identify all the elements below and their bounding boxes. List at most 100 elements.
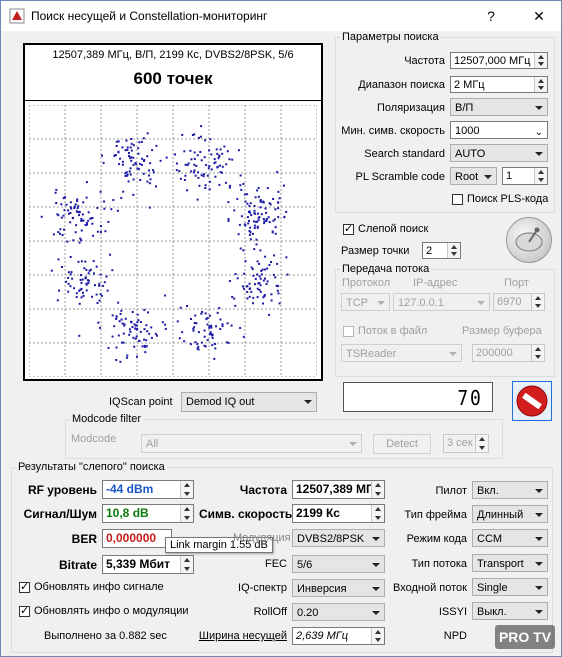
help-button[interactable]: ? — [471, 3, 511, 29]
constellation-point — [197, 345, 200, 348]
constellation-point — [106, 289, 109, 292]
constellation-point — [59, 228, 62, 231]
pls-mode-select[interactable]: Root — [450, 167, 497, 185]
constellation-point — [244, 200, 247, 203]
ip-select[interactable]: 127.0.0.1 — [393, 293, 490, 311]
range-input[interactable]: 2 МГц — [450, 76, 548, 93]
detect-time-spin-icon[interactable] — [475, 435, 488, 452]
constellation-point — [272, 219, 275, 222]
ber-value: 0,000000 — [102, 529, 172, 548]
update-signal-checkbox[interactable] — [19, 580, 30, 593]
res-freq-spin-icon[interactable] — [371, 481, 384, 498]
dish-glyph-icon — [515, 227, 543, 252]
constellation-point — [269, 203, 272, 206]
update-mod-checkbox[interactable] — [19, 604, 30, 617]
constellation-point — [193, 133, 196, 136]
bitrate-spin-icon[interactable] — [180, 556, 193, 573]
res-rolloff-select[interactable]: 0.20 — [292, 603, 385, 621]
constellation-point — [105, 275, 108, 278]
reader-select[interactable]: TSReader — [341, 344, 462, 362]
proto-select[interactable]: TCP — [341, 293, 390, 311]
constellation-point — [113, 325, 116, 328]
constellation-point — [274, 276, 277, 279]
constellation-point — [80, 260, 83, 263]
detect-time-input[interactable]: 3 сек — [443, 434, 489, 453]
res-iqspec-select[interactable]: Инверсия — [292, 579, 385, 597]
detect-button[interactable]: Detect — [373, 434, 431, 454]
constellation-point — [126, 146, 129, 149]
constellation-point — [129, 146, 132, 149]
constellation-point — [272, 198, 275, 200]
constellation-point — [193, 157, 196, 160]
ip-value: 127.0.0.1 — [398, 297, 444, 309]
res-bw-label[interactable]: Ширина несущей — [191, 630, 287, 642]
constellation-point — [86, 223, 88, 226]
pilot-select[interactable]: Вкл. — [472, 481, 548, 499]
dot-size-spin-icon[interactable] — [447, 243, 460, 258]
code-mode-select[interactable]: CCM — [472, 529, 548, 547]
constellation-point — [228, 158, 231, 161]
pls-search-checkbox[interactable] — [452, 194, 463, 205]
snr-spin-icon[interactable] — [180, 505, 193, 522]
constellation-point — [266, 187, 269, 190]
constellation-point — [129, 173, 132, 176]
stream-file-checkbox[interactable] — [343, 326, 354, 337]
stream-type-select[interactable]: Transport — [472, 554, 548, 572]
constellation-point — [81, 213, 84, 216]
constellation-point — [68, 212, 70, 215]
close-button[interactable]: ✕ — [519, 3, 559, 29]
res-mod-select[interactable]: DVBS2/8PSK — [292, 529, 385, 547]
constellation-point — [125, 139, 128, 142]
issyi-select[interactable]: Выкл. — [472, 602, 548, 620]
input-stream-select[interactable]: Single — [472, 578, 548, 596]
res-sr-spin-icon[interactable] — [371, 505, 384, 522]
constellation-point — [256, 225, 259, 228]
constellation-point — [258, 282, 261, 285]
constellation-point — [128, 333, 131, 336]
blind-search-checkbox[interactable] — [343, 222, 354, 235]
dot-size-input[interactable]: 2 — [422, 242, 461, 259]
range-spin-icon[interactable] — [534, 77, 547, 92]
frame-select[interactable]: Длинный — [472, 505, 548, 523]
minsr-combo[interactable]: 1000 ⌄ — [450, 121, 548, 139]
constellation-point — [120, 196, 123, 199]
dot-size-value: 2 — [426, 245, 433, 257]
constellation-point — [262, 218, 265, 220]
rf-spin-icon[interactable] — [180, 481, 193, 498]
buffer-spin-icon[interactable] — [531, 345, 544, 361]
constellation-point — [61, 234, 64, 236]
freq-input[interactable]: 12507,000 МГц — [450, 52, 548, 69]
range-input-value: 2 МГц — [454, 79, 485, 91]
standard-select[interactable]: AUTO — [450, 144, 548, 162]
proto-label: Протокол — [342, 277, 391, 289]
constellation-point — [144, 351, 147, 354]
satellite-dish-icon[interactable] — [506, 217, 552, 263]
stop-button[interactable] — [512, 381, 552, 421]
constellation-point — [67, 290, 70, 293]
constellation-point — [206, 323, 209, 326]
constellation-point — [264, 277, 266, 280]
iq-scan-select[interactable]: Demod IQ out — [181, 392, 317, 412]
constellation-point — [216, 165, 219, 168]
constellation-point — [187, 162, 190, 165]
res-bw-spin-icon[interactable] — [371, 628, 384, 644]
constellation-point — [73, 287, 75, 290]
freq-spin-icon[interactable] — [534, 53, 547, 68]
port-spin-icon[interactable] — [531, 294, 544, 310]
constellation-point — [260, 213, 263, 216]
pls-spin-icon[interactable] — [534, 168, 547, 184]
buffer-size-input[interactable]: 200000 — [472, 344, 545, 362]
watermark-logo: PRO TV — [495, 625, 555, 649]
modcode-select[interactable]: All — [141, 434, 362, 453]
constellation-point — [69, 256, 72, 258]
res-fec-select[interactable]: 5/6 — [292, 555, 385, 573]
update-mod-label: Обновлять инфо о модуляции — [34, 605, 189, 617]
pls-code-input[interactable]: 1 — [502, 167, 548, 185]
constellation-point — [227, 201, 230, 204]
constellation-point — [266, 280, 269, 283]
constellation-point — [193, 151, 196, 154]
constellation-point — [246, 216, 249, 219]
constellation-point — [259, 249, 262, 252]
port-input[interactable]: 6970 — [493, 293, 545, 311]
pol-select[interactable]: В/П — [450, 98, 548, 116]
